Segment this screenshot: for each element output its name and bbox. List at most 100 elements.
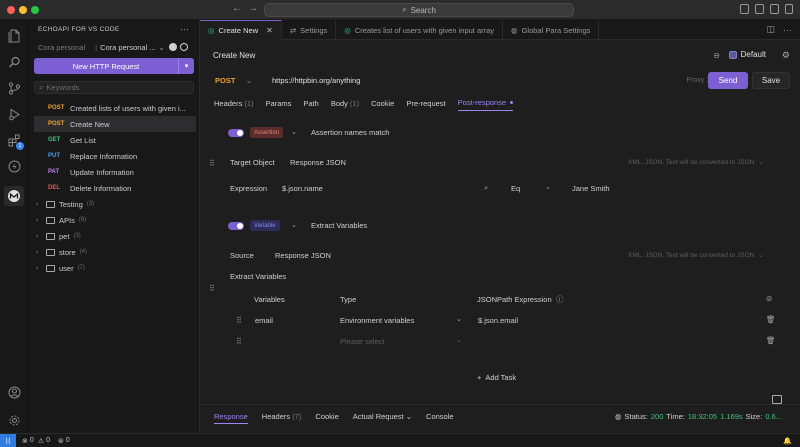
drag-handle-icon[interactable]: ⠿ <box>209 159 215 168</box>
warnings-count[interactable]: 0 <box>46 437 50 444</box>
account-icon[interactable] <box>6 384 22 400</box>
request-item[interactable]: GET Get List <box>34 132 196 148</box>
workspace-select[interactable]: Cora personal <box>38 43 85 52</box>
assertion-toggle[interactable] <box>228 129 244 137</box>
environment-select[interactable]: Default <box>728 50 766 59</box>
tab-response-headers[interactable]: Headers (7) <box>262 412 302 424</box>
drag-handle-icon[interactable]: ⠿ <box>236 316 242 325</box>
folder-item[interactable]: › pet (3) <box>34 228 196 244</box>
errors-icon[interactable]: ⊗ <box>22 437 28 445</box>
tab-global-params[interactable]: ◍ Global Para Settings <box>503 20 600 40</box>
url-input[interactable]: https://httpbin.org/anything <box>258 76 686 85</box>
tab-response-cookie[interactable]: Cookie <box>315 412 338 424</box>
chevron-down-icon[interactable]: ⌄ <box>291 128 297 136</box>
forward-arrow-icon[interactable]: → <box>248 3 258 14</box>
request-item-active[interactable]: POST Create New <box>34 116 196 132</box>
request-item[interactable]: PUT Replace Information <box>34 148 196 164</box>
environment-settings-icon[interactable]: ⚙ <box>782 50 790 61</box>
request-title[interactable]: Create New <box>213 51 255 60</box>
tab-headers[interactable]: Headers (1) <box>214 95 254 111</box>
more-icon[interactable]: ··· <box>180 24 189 34</box>
variable-type-placeholder[interactable]: Please select <box>340 337 385 346</box>
drag-handle-icon[interactable]: ⠿ <box>236 337 242 346</box>
method-badge: PAT <box>48 169 60 175</box>
extensions-icon[interactable]: 1 <box>6 132 24 150</box>
search-icon[interactable] <box>6 54 22 70</box>
settings-gear-icon[interactable] <box>6 412 22 428</box>
tab-create-users[interactable]: ◎ Creates list of users with given input… <box>336 20 504 40</box>
request-item[interactable]: PAT Update Information <box>34 164 196 180</box>
trash-icon[interactable]: 🗑 <box>766 315 776 324</box>
tab-pre-request[interactable]: Pre-request <box>406 95 445 111</box>
toggle-sidebar-icon[interactable] <box>740 4 749 14</box>
extract-title[interactable]: Extract Variables <box>311 221 367 230</box>
sidebar-search-input[interactable] <box>46 83 187 92</box>
run-debug-icon[interactable] <box>6 106 22 122</box>
extract-toggle[interactable] <box>228 222 244 230</box>
tab-console[interactable]: Console <box>426 412 454 424</box>
explorer-icon[interactable] <box>6 28 22 44</box>
request-item[interactable]: POST Created lists of users with given i… <box>34 100 196 116</box>
back-arrow-icon[interactable]: ← <box>232 3 242 14</box>
method-select[interactable]: POST ⌄ <box>206 76 258 85</box>
expression-input[interactable]: $.json.name <box>282 184 323 193</box>
proxy-select[interactable]: Proxy 1 <box>686 77 710 84</box>
tab-post-response[interactable]: Post-response <box>457 95 513 111</box>
toggle-secondary-sidebar-icon[interactable] <box>770 4 779 14</box>
errors-count[interactable]: 0 <box>30 437 34 444</box>
customize-layout-icon[interactable] <box>785 4 793 14</box>
variable-type-select[interactable]: Environment variables <box>340 316 414 325</box>
tab-path[interactable]: Path <box>303 95 318 111</box>
source-control-icon[interactable] <box>6 80 22 96</box>
link-icon[interactable]: ⊘ <box>766 294 772 303</box>
chevron-down-icon[interactable]: ⌄ <box>291 221 297 229</box>
warnings-icon[interactable]: ⚠ <box>38 437 44 445</box>
github-icon[interactable] <box>168 43 177 51</box>
tab-body[interactable]: Body (1) <box>331 95 359 111</box>
expected-value-input[interactable]: Jane Smith <box>572 184 610 193</box>
toggle-panel-icon[interactable] <box>755 4 764 14</box>
cloud-icon[interactable]: ⊖ <box>713 51 720 60</box>
close-icon[interactable]: ✕ <box>266 26 273 35</box>
operator-select[interactable]: Eq <box>511 184 520 193</box>
maximize-window-button[interactable] <box>31 6 39 14</box>
close-window-button[interactable] <box>7 6 15 14</box>
add-task-button[interactable]: + Add Task <box>477 373 516 382</box>
request-item[interactable]: DEL Delete Information <box>34 180 196 196</box>
remote-icon[interactable]: ⟩⟨ <box>0 433 16 447</box>
tab-create-new[interactable]: ◎ Create New ✕ <box>200 20 282 40</box>
layout-toggle-icon[interactable] <box>772 395 782 404</box>
sync-icon[interactable] <box>179 43 188 51</box>
assertion-title[interactable]: Assertion names match <box>311 128 389 137</box>
command-center-search[interactable]: ⌕ Search <box>264 3 574 17</box>
tab-settings[interactable]: ⇄ Settings <box>282 20 337 40</box>
jsonpath-input[interactable]: $.json.email <box>478 316 518 325</box>
more-actions-icon[interactable]: ··· <box>783 25 792 35</box>
tab-params[interactable]: Params <box>266 95 292 111</box>
tab-cookie[interactable]: Cookie <box>371 95 394 111</box>
ports-count[interactable]: 0 <box>66 437 70 444</box>
variable-name-input[interactable]: email <box>255 316 273 325</box>
new-http-request-button[interactable]: New HTTP Request ▾ <box>34 58 194 74</box>
source-value[interactable]: Response JSON <box>275 251 331 260</box>
save-button[interactable]: Save <box>752 72 790 89</box>
tab-actual-request[interactable]: Actual Request ⌄ <box>353 412 412 424</box>
search-icon[interactable]: ⌕ <box>484 183 488 193</box>
ports-icon[interactable]: ⊛ <box>58 437 64 445</box>
team-select[interactable]: | Cora personal ... ⌄ <box>95 43 165 52</box>
folder-item[interactable]: › user (7) <box>34 260 196 276</box>
folder-item[interactable]: › Testing (3) <box>34 196 196 212</box>
split-editor-icon[interactable]: ◫ <box>766 24 775 35</box>
echoapi-icon[interactable] <box>4 186 24 206</box>
minimize-window-button[interactable] <box>19 6 27 14</box>
send-button[interactable]: Send <box>708 72 748 89</box>
target-object-value[interactable]: Response JSON <box>290 158 346 167</box>
drag-handle-icon[interactable]: ⠿ <box>209 284 215 293</box>
new-request-dropdown-icon[interactable]: ▾ <box>178 58 194 74</box>
folder-item[interactable]: › store (4) <box>34 244 196 260</box>
folder-item[interactable]: › APIs (6) <box>34 212 196 228</box>
tab-response[interactable]: Response <box>214 412 248 424</box>
trash-icon[interactable]: 🗑 <box>766 336 776 345</box>
notifications-icon[interactable]: 🔔 <box>783 437 792 445</box>
lightning-icon[interactable] <box>6 158 22 174</box>
